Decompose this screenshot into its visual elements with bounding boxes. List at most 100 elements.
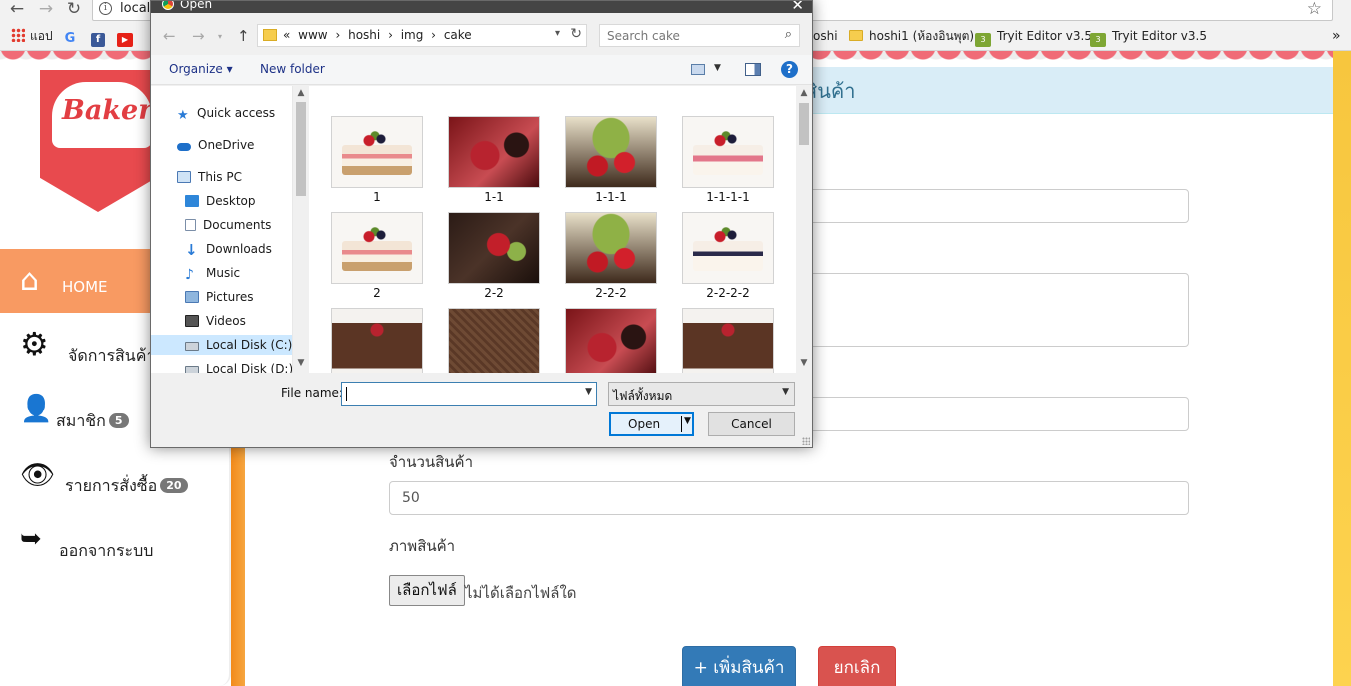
preview-pane-icon[interactable] <box>745 63 761 76</box>
nav-local-disk-c[interactable]: Local Disk (C:) <box>151 335 292 355</box>
file-scrollbar-thumb[interactable] <box>799 103 809 145</box>
nav-downloads[interactable]: ↓ Downloads <box>185 239 272 259</box>
site-info-icon[interactable]: i <box>99 2 112 15</box>
user-icon: 👤 <box>20 394 53 424</box>
film-icon <box>185 315 199 327</box>
refresh-icon[interactable]: ↻ <box>570 26 582 42</box>
file-item[interactable]: 1-1-1 <box>565 116 657 208</box>
nav-this-pc[interactable]: This PC <box>177 167 242 187</box>
file-item[interactable]: 1 <box>331 116 423 208</box>
gears-icon: ⚙ <box>20 325 49 363</box>
nav-scrollbar[interactable]: ▲ ▼ <box>292 86 308 373</box>
file-item[interactable]: 2-2-2 <box>565 212 657 304</box>
file-item[interactable] <box>565 308 657 373</box>
chevron-down-icon[interactable]: ▾ <box>555 28 560 39</box>
close-icon[interactable]: ✕ <box>791 1 804 13</box>
quantity-value: 50 <box>402 490 420 506</box>
back-arrow-icon[interactable]: ← <box>6 0 28 20</box>
tryit-icon: 3 <box>975 33 991 47</box>
file-status: ไม่ได้เลือกไฟล์ใด <box>465 584 577 602</box>
file-list-scrollbar[interactable]: ▲ ▼ <box>796 86 812 373</box>
dialog-cancel-button[interactable]: Cancel <box>708 412 795 436</box>
file-item[interactable]: 2-2 <box>448 212 540 304</box>
path-text: « www › hoshi › img › cake <box>283 28 472 42</box>
up-arrow-icon[interactable]: ↑ <box>237 27 250 45</box>
path-breadcrumb[interactable]: « www › hoshi › img › cake ▾ ↻ <box>257 24 587 47</box>
chevron-down-icon[interactable]: ▼ <box>714 63 721 73</box>
document-icon <box>185 219 196 231</box>
cake-thumbnail <box>565 116 657 188</box>
quantity-input[interactable]: 50 <box>389 481 1189 515</box>
nav-scrollbar-thumb[interactable] <box>296 102 306 196</box>
file-list: 1 1-1 1-1-1 1-1-1-1 2 2-2 2-2-2 2-2-2-2 <box>309 86 796 373</box>
forward-arrow-icon[interactable]: → <box>192 27 205 45</box>
file-type-select[interactable]: ไฟล์ทั้งหมด ▼ <box>608 382 795 406</box>
bookmark-youtube[interactable]: ▶ <box>117 28 133 47</box>
scroll-down-icon[interactable]: ▼ <box>293 358 309 368</box>
bookmark-tryit-1[interactable]: 3 Tryit Editor v3.5 <box>975 28 1092 47</box>
file-item[interactable]: 2-2-2-2 <box>682 212 774 304</box>
bookmark-folder-hoshi1[interactable]: hoshi1 (ห้องอินพุต) <box>849 28 974 45</box>
file-item[interactable] <box>331 308 423 373</box>
reload-icon[interactable]: ↻ <box>63 0 85 20</box>
nav-pictures[interactable]: Pictures <box>185 287 254 307</box>
bookmark-folder-oshi[interactable]: oshi <box>813 28 838 45</box>
nav-music[interactable]: ♪ Music <box>185 263 240 283</box>
file-item[interactable]: 2 <box>331 212 423 304</box>
computer-icon <box>177 171 191 183</box>
organize-button[interactable]: Organize ▾ <box>169 62 233 76</box>
file-item[interactable] <box>448 308 540 373</box>
add-product-button[interactable]: + เพิ่มสินค้า <box>682 646 796 686</box>
nav-videos[interactable]: Videos <box>185 311 246 331</box>
address-text: local <box>120 1 151 16</box>
nav-onedrive[interactable]: OneDrive <box>177 135 254 155</box>
choose-file-button[interactable]: เลือกไฟล์ <box>389 575 465 606</box>
bookmark-tryit-2[interactable]: 3 Tryit Editor v3.5 <box>1090 28 1207 47</box>
chevron-down-icon[interactable]: ▼ <box>684 416 691 426</box>
back-arrow-icon[interactable]: ← <box>163 27 176 45</box>
bookmark-facebook[interactable]: f <box>91 28 105 47</box>
cake-thumbnail <box>682 116 774 188</box>
scroll-up-icon[interactable]: ▲ <box>796 88 812 98</box>
view-options-icon[interactable] <box>691 64 705 75</box>
recent-locations-icon[interactable]: ▾ <box>218 32 222 41</box>
help-icon[interactable]: ? <box>781 61 798 78</box>
youtube-icon: ▶ <box>117 33 133 47</box>
file-item[interactable]: 1-1-1-1 <box>682 116 774 208</box>
download-arrow-icon: ↓ <box>185 241 198 259</box>
image-label: ภาพสินค้า <box>389 537 456 555</box>
bookmark-apps[interactable]: แอป <box>11 28 53 45</box>
nav-documents[interactable]: Documents <box>185 215 271 235</box>
more-bookmarks-icon[interactable]: » <box>1332 28 1341 45</box>
navigation-pane: ★ Quick access OneDrive This PC Desktop D… <box>151 86 308 373</box>
chevron-down-icon[interactable]: ▼ <box>585 387 592 397</box>
drive-icon <box>185 366 199 373</box>
dialog-title: Open <box>180 1 213 11</box>
nav-desktop[interactable]: Desktop <box>185 191 256 211</box>
dialog-toolbar: Organize ▾ New folder ▼ ? <box>151 55 812 85</box>
forward-arrow-icon[interactable]: → <box>35 0 57 20</box>
sidebar-item-orders[interactable]: 👁 รายการสั่งซื้อ 20 <box>0 456 231 512</box>
scroll-down-icon[interactable]: ▼ <box>796 358 812 368</box>
file-name-input[interactable]: ▼ <box>341 382 597 406</box>
open-button[interactable]: Open ▼ <box>609 412 694 436</box>
search-input[interactable]: Search cake ⌕ <box>599 24 800 47</box>
nav-quick-access[interactable]: ★ Quick access <box>177 103 275 123</box>
home-icon: ⌂ <box>20 263 40 298</box>
resize-grip-icon[interactable] <box>802 437 810 445</box>
orders-count-badge: 20 <box>160 478 188 493</box>
scroll-up-icon[interactable]: ▲ <box>293 88 309 98</box>
file-item[interactable] <box>682 308 774 373</box>
star-icon: ★ <box>177 108 189 123</box>
dialog-titlebar: Open ✕ <box>151 1 812 13</box>
bookmark-star-icon[interactable]: ☆ <box>1307 0 1322 19</box>
sidebar-item-logout[interactable]: ➥ ออกจากระบบ <box>0 520 231 576</box>
right-decor-stripe <box>1333 51 1351 686</box>
nav-local-disk-d[interactable]: Local Disk (D:) <box>185 359 293 373</box>
file-item[interactable]: 1-1 <box>448 116 540 208</box>
split-divider <box>681 416 682 432</box>
new-folder-button[interactable]: New folder <box>260 62 325 76</box>
cancel-button[interactable]: ยกเลิก <box>818 646 896 686</box>
cake-thumbnail <box>331 212 423 284</box>
bookmark-google[interactable]: G <box>63 28 77 46</box>
